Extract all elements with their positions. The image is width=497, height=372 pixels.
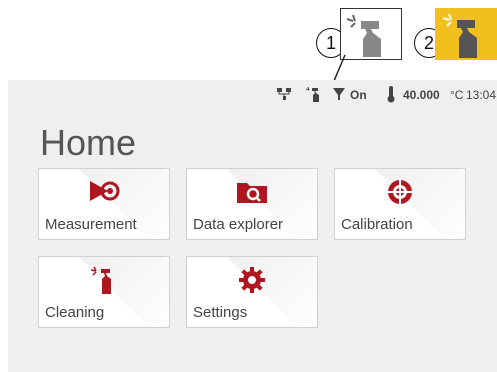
tile-label: Measurement [45,216,137,233]
tile-data-explorer[interactable]: Data explorer [186,168,318,240]
temperature-unit: °C [450,88,464,102]
spray-bottle-icon [90,266,111,294]
clock: 13:04 [466,88,497,102]
thermometer-icon [387,86,395,103]
tile-measurement[interactable]: Measurement [38,168,170,240]
temperature-value: 40.000 [403,88,440,102]
tile-label: Calibration [341,216,413,233]
network-icon [277,88,291,100]
app-screen: On 40.000 °C 13:04 Home Measurement Data… [8,80,497,372]
pump-filter-icon [333,88,345,100]
tile-calibration[interactable]: Calibration [334,168,466,240]
pump-status: On [350,88,367,102]
spray-bottle-icon [442,13,477,58]
zoomed-cleaning-icon-active [435,8,497,60]
status-bar: On 40.000 °C 13:04 [8,80,497,110]
folder-search-icon [237,183,267,203]
cleaning-status-icon [306,86,319,102]
target-icon [386,178,414,206]
tile-label: Data explorer [193,216,284,233]
tile-label: Settings [193,304,248,321]
gear-icon [239,267,265,293]
measurement-icon [90,181,120,201]
tile-cleaning[interactable]: Cleaning [38,256,170,328]
page-title: Home [40,122,137,163]
tile-label: Cleaning [45,304,105,321]
tile-settings[interactable]: Settings [186,256,318,328]
